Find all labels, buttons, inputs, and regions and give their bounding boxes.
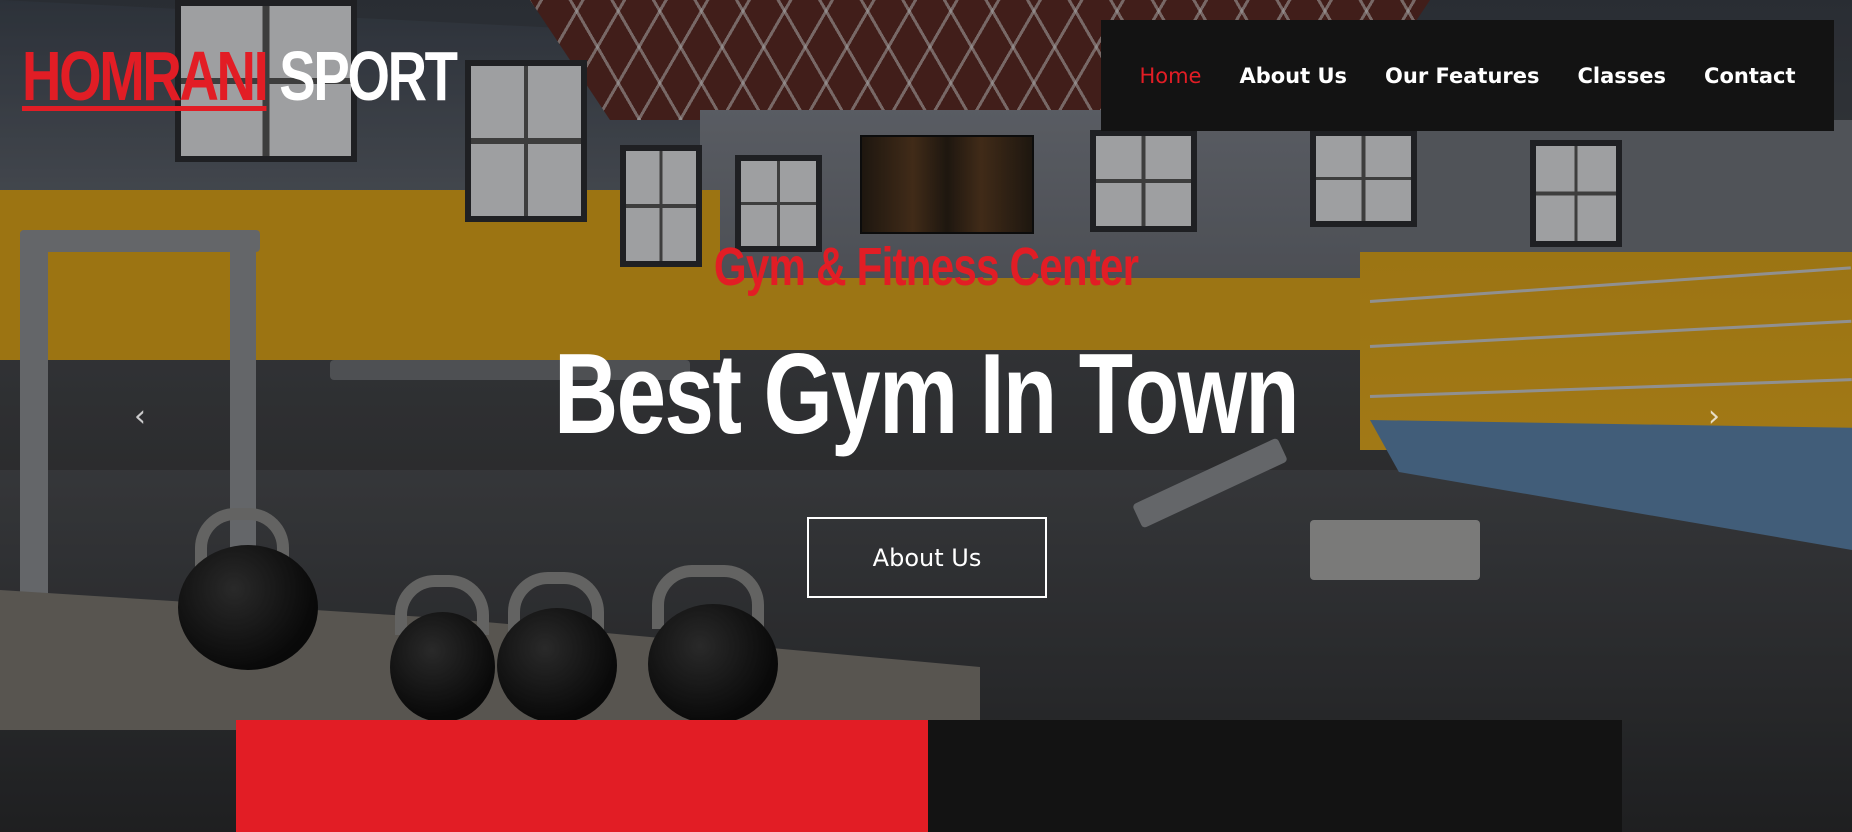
feature-block-dark [928, 720, 1622, 832]
hero-headline-text: Best Gym In Town [553, 331, 1300, 458]
nav-item-about-us[interactable]: About Us [1220, 64, 1366, 88]
chevron-left-icon[interactable]: ‹ [125, 402, 155, 432]
nav-item-contact[interactable]: Contact [1685, 64, 1815, 88]
brand-name-part1: HOMRANI [22, 37, 269, 115]
hero-subtitle: Gym & Fitness Center [0, 232, 1852, 302]
nav-item-home[interactable]: Home [1120, 64, 1220, 88]
feature-block-red [236, 720, 928, 832]
about-us-button[interactable]: About Us [807, 517, 1047, 598]
chevron-right-icon[interactable]: › [1699, 402, 1729, 432]
brand-name-spacer [266, 37, 279, 115]
hero-headline: Best Gym In Town [0, 330, 1852, 460]
hero-section: HOMRANI SPORT Home About Us Our Features… [0, 0, 1852, 832]
main-nav: Home About Us Our Features Classes Conta… [1101, 20, 1834, 131]
brand-logo[interactable]: HOMRANI SPORT [22, 36, 458, 116]
nav-item-classes[interactable]: Classes [1559, 64, 1686, 88]
nav-item-our-features[interactable]: Our Features [1366, 64, 1558, 88]
hero-subtitle-text: Gym & Fitness Center [713, 237, 1139, 297]
brand-name-part2: SPORT [279, 37, 458, 115]
